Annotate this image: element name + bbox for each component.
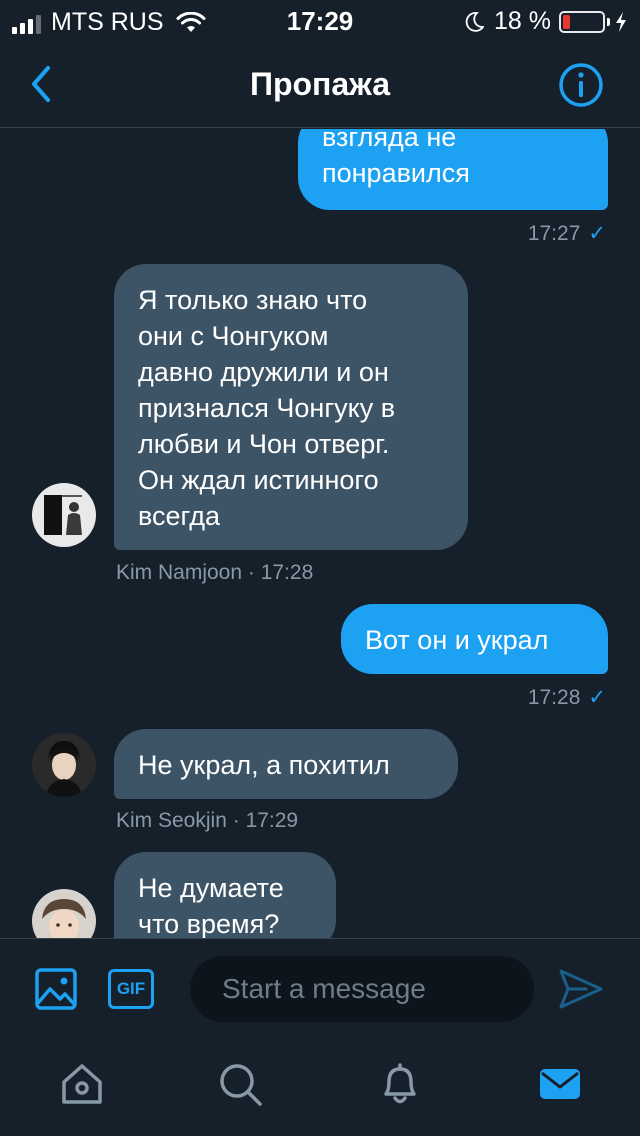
incoming-message[interactable]: Не украл, а похитил: [114, 729, 458, 799]
battery-percent: 18 %: [494, 7, 551, 35]
message-time: 17:28: [527, 686, 581, 709]
message-line: что время?: [138, 909, 280, 938]
message-meta: 17:27 ✓: [528, 221, 606, 246]
message-line: они с Чонгуком: [138, 321, 329, 351]
moon-icon: [465, 11, 485, 32]
message-line: признался Чонгуку в: [138, 393, 396, 423]
avatar-kim-namjoon[interactable]: [32, 483, 96, 547]
message-input[interactable]: [190, 956, 534, 1022]
tab-home[interactable]: [58, 1060, 106, 1108]
message-meta: Kim Namjoon · 17:28: [116, 561, 314, 584]
message-meta: 17:28 ✓: [528, 685, 606, 710]
check-icon: ✓: [588, 686, 606, 709]
message-composer: GIF: [0, 938, 640, 1038]
status-bar: MTS RUS 17:29 18 %: [0, 0, 640, 40]
outgoing-message[interactable]: Вот он и украл: [341, 604, 608, 674]
message-line: Он ждал истинного: [138, 465, 379, 495]
info-button[interactable]: [558, 62, 604, 108]
message-line: понравился: [322, 158, 470, 188]
conversation-title: Пропажа: [249, 66, 391, 102]
avatar-sender[interactable]: [32, 889, 96, 938]
message-line: всегда: [138, 501, 220, 531]
tab-bar: [0, 1038, 640, 1136]
battery-icon: [559, 10, 605, 33]
avatar-kim-seokjin[interactable]: [32, 733, 96, 797]
tab-messages[interactable]: [536, 1060, 584, 1108]
incoming-message[interactable]: Я только знаю что они с Чонгуком давно д…: [114, 264, 468, 550]
tab-notifications[interactable]: [376, 1060, 424, 1108]
image-icon: [35, 968, 77, 1010]
incoming-message[interactable]: Не думаете что время?: [114, 852, 336, 938]
send-button[interactable]: [558, 967, 604, 1011]
mail-icon: [540, 1069, 580, 1099]
message-line: любви и Чон отверг.: [138, 429, 390, 459]
message-line: Не думаете: [138, 873, 284, 903]
message-line: Вот он и украл: [365, 625, 549, 655]
tab-search[interactable]: [216, 1060, 264, 1108]
battery-cap: [607, 17, 610, 26]
battery-level: [563, 14, 570, 29]
message-meta: Kim Seokjin · 17:29: [116, 809, 299, 832]
bell-icon: [384, 1063, 416, 1104]
send-icon: [559, 969, 603, 1009]
search-icon: [220, 1064, 262, 1106]
charging-bolt-icon: [616, 11, 626, 32]
gif-button[interactable]: GIF: [108, 969, 154, 1009]
info-icon: [559, 63, 603, 107]
home-icon: [62, 1064, 102, 1104]
check-icon: ✓: [588, 222, 606, 245]
message-line: Не украл, а похитил: [138, 750, 390, 780]
outgoing-message[interactable]: взгляда не понравился: [298, 129, 608, 210]
message-line: Я только знаю что: [138, 285, 368, 315]
message-line: взгляда не: [322, 129, 457, 152]
add-media-button[interactable]: [34, 967, 78, 1011]
message-line: давно дружили и он: [138, 357, 389, 387]
message-time: 17:27: [527, 222, 581, 245]
status-right: 18 %: [464, 7, 628, 36]
conversation-header: Пропажа: [0, 40, 640, 128]
message-list[interactable]: взгляда не понравился 17:27 ✓ Я только зн…: [0, 129, 640, 938]
